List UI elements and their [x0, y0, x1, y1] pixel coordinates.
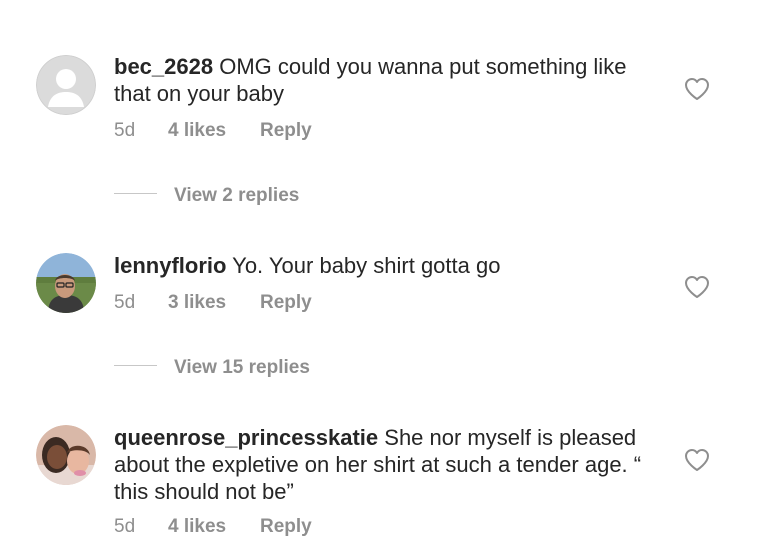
view-replies-label: View 15 replies [174, 357, 310, 378]
profile-photo [36, 425, 96, 485]
comment-body: Yo. Your baby shirt gotta go [232, 253, 501, 278]
comment-text: lennyflorio Yo. Your baby shirt gotta go [114, 252, 654, 279]
comment-age: 5d [114, 292, 136, 313]
comment-meta: 5d 4 likes Reply [114, 120, 312, 142]
comment-username[interactable]: queenrose_princesskatie [114, 425, 378, 450]
avatar[interactable] [36, 425, 96, 485]
comment-age: 5d [114, 120, 136, 141]
heart-outline-icon [685, 449, 709, 471]
reply-button[interactable]: Reply [260, 516, 312, 538]
comment-likes[interactable]: 4 likes [168, 120, 260, 142]
profile-photo [36, 253, 96, 313]
view-replies-button[interactable]: View 2 replies [114, 185, 299, 209]
comment-username[interactable]: bec_2628 [114, 54, 213, 79]
like-button[interactable] [684, 275, 710, 299]
replies-divider [114, 365, 157, 367]
avatar[interactable] [36, 253, 96, 313]
like-button[interactable] [684, 448, 710, 472]
comment-username[interactable]: lennyflorio [114, 253, 226, 278]
comment-likes[interactable]: 3 likes [168, 292, 260, 314]
comment-meta: 5d 3 likes Reply [114, 292, 312, 314]
reply-button[interactable]: Reply [260, 120, 312, 142]
comment-age: 5d [114, 516, 136, 537]
replies-divider [114, 193, 157, 195]
comment-likes[interactable]: 4 likes [168, 516, 260, 538]
view-replies-button[interactable]: View 15 replies [114, 357, 310, 381]
like-button[interactable] [684, 77, 710, 101]
heart-outline-icon [685, 78, 709, 100]
comment-text: queenrose_princesskatie She nor myself i… [114, 424, 654, 505]
view-replies-label: View 2 replies [174, 185, 300, 206]
heart-outline-icon [685, 276, 709, 298]
reply-button[interactable]: Reply [260, 292, 312, 314]
default-avatar-icon [36, 55, 96, 115]
avatar[interactable] [36, 55, 96, 115]
comment-meta: 5d 4 likes Reply [114, 516, 312, 538]
comment-text: bec_2628 OMG could you wanna put somethi… [114, 53, 654, 107]
